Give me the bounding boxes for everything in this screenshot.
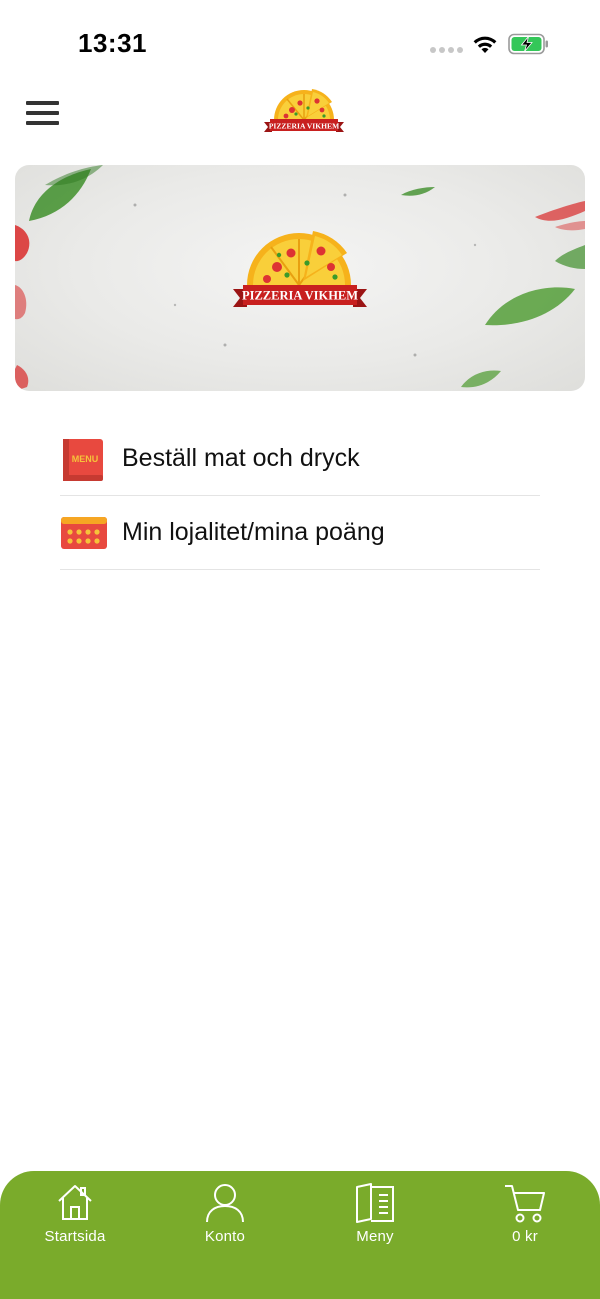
loyalty-card-icon: [60, 509, 108, 557]
status-time: 13:31: [78, 28, 147, 58]
tab-label: 0 kr: [512, 1228, 538, 1245]
app-header: PIZZERIA VIKHEM: [0, 88, 600, 160]
banner-logo-text: PIZZERIA VIKHEM: [242, 289, 358, 303]
menu-item-label: Min lojalitet/mina poäng: [122, 518, 385, 546]
app-screen: 13:31 PIZZERIA VIKHEM PIZZERIA VIKHEM ME…: [0, 0, 600, 1299]
svg-text:MENU: MENU: [72, 454, 99, 464]
status-bar: 13:31: [0, 0, 600, 90]
menu-icon: [356, 1183, 394, 1223]
tab-konto[interactable]: Konto: [150, 1171, 300, 1299]
pizzeria-banner-logo: PIZZERIA VIKHEM: [233, 231, 367, 307]
cellular-signal-icon: [430, 47, 463, 53]
tab-label: Meny: [356, 1228, 394, 1245]
home-icon: [58, 1185, 92, 1220]
bottom-tab-bar: Startsida Konto Meny 0 kr: [0, 1171, 600, 1299]
tab-label: Startsida: [44, 1228, 106, 1245]
menu-book-icon: MENU: [60, 435, 108, 483]
hero-banner: PIZZERIA VIKHEM: [15, 165, 585, 391]
menu-item-order-food[interactable]: MENU Beställ mat och dryck: [60, 422, 540, 496]
tab-label: Konto: [204, 1228, 246, 1245]
hamburger-menu-icon[interactable]: [26, 101, 60, 127]
wifi-icon: [473, 36, 497, 53]
cart-icon: [505, 1185, 545, 1223]
header-logo-text: PIZZERIA VIKHEM: [269, 122, 340, 131]
home-menu-list: MENU Beställ mat och dryck Min lojalitet…: [60, 422, 540, 570]
user-icon: [206, 1184, 244, 1223]
tab-startsida[interactable]: Startsida: [0, 1171, 150, 1299]
tab-meny[interactable]: Meny: [300, 1171, 450, 1299]
menu-item-loyalty[interactable]: Min lojalitet/mina poäng: [60, 496, 540, 570]
battery-charging-icon: [508, 33, 548, 55]
tab-cart[interactable]: 0 kr: [450, 1171, 600, 1299]
menu-item-label: Beställ mat och dryck: [122, 444, 360, 472]
pizzeria-logo[interactable]: PIZZERIA VIKHEM: [262, 88, 346, 142]
